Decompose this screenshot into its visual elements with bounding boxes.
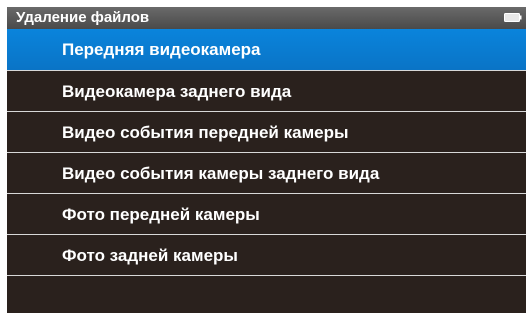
- menu-item-label: Видео события передней камеры: [62, 123, 349, 142]
- menu-item-label: Фото передней камеры: [62, 205, 260, 224]
- device-screen: Удаление файлов Передняя видеокамера Вид…: [7, 7, 526, 313]
- menu-item-label: Видеокамера заднего вида: [62, 82, 292, 101]
- menu-item-front-camera[interactable]: Передняя видеокамера: [7, 29, 526, 71]
- screen-title: Удаление файлов: [16, 9, 150, 26]
- menu-item-label: Фото задней камеры: [62, 246, 238, 265]
- menu-item-front-event-video[interactable]: Видео события передней камеры: [7, 112, 526, 153]
- menu-item-rear-camera[interactable]: Видеокамера заднего вида: [7, 71, 526, 112]
- menu-item-label: Видео события камеры заднего вида: [62, 164, 380, 183]
- menu-empty-space: [7, 276, 526, 306]
- file-category-menu: Передняя видеокамера Видеокамера заднего…: [7, 29, 526, 306]
- menu-item-rear-photo[interactable]: Фото задней камеры: [7, 235, 526, 276]
- menu-item-rear-event-video[interactable]: Видео события камеры заднего вида: [7, 153, 526, 194]
- title-bar: Удаление файлов: [7, 7, 526, 29]
- menu-item-front-photo[interactable]: Фото передней камеры: [7, 194, 526, 235]
- menu-item-label: Передняя видеокамера: [62, 40, 261, 59]
- battery-icon: [504, 13, 522, 22]
